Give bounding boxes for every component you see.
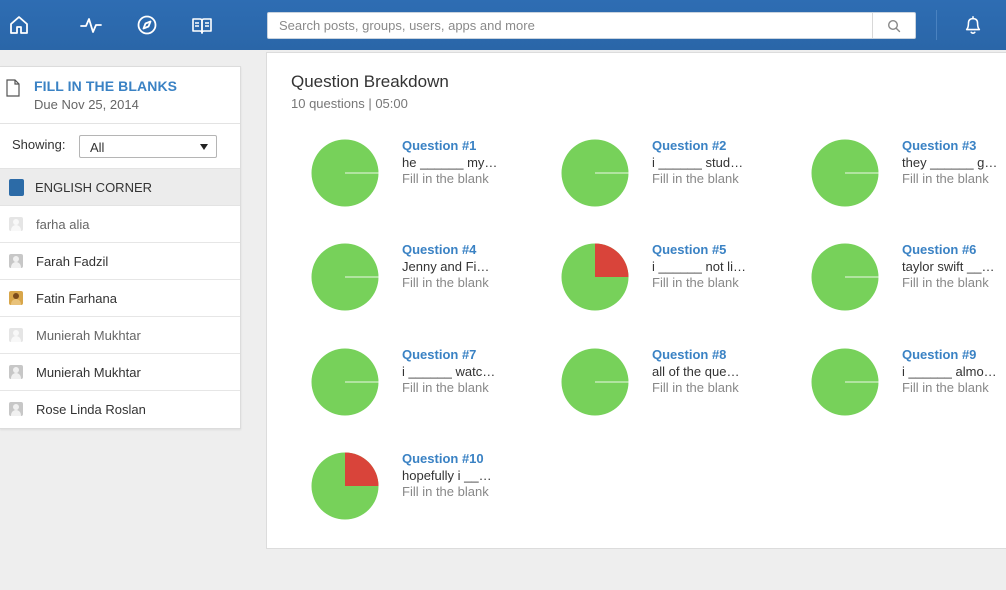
pie-slice-incorrect (595, 243, 629, 277)
chevron-down-icon (200, 144, 208, 150)
question-type: Fill in the blank (402, 275, 489, 290)
student-row[interactable]: Farah Fadzil (0, 243, 240, 280)
question-title[interactable]: Question #3 (902, 138, 976, 153)
question-type: Fill in the blank (902, 380, 989, 395)
search-input[interactable] (268, 13, 873, 38)
question-text: all of the que… (652, 364, 740, 379)
avatar (9, 254, 23, 268)
question-card[interactable]: Question #1 he ______ my… Fill in the bl… (310, 138, 550, 218)
question-card[interactable]: Question #9 i ______ almo… Fill in the b… (810, 347, 1006, 427)
search-bar (267, 12, 916, 39)
question-text: i ______ almo… (902, 364, 997, 379)
question-text: i ______ not li… (652, 259, 746, 274)
question-title[interactable]: Question #2 (652, 138, 726, 153)
question-type: Fill in the blank (402, 380, 489, 395)
compass-icon[interactable] (136, 14, 158, 36)
question-card[interactable]: Question #2 i ______ stud… Fill in the b… (560, 138, 800, 218)
student-row[interactable]: Fatin Farhana (0, 280, 240, 317)
book-icon[interactable] (191, 14, 213, 36)
question-pie-chart (311, 139, 379, 207)
question-text: hopefully i __… (402, 468, 492, 483)
avatar (9, 291, 23, 305)
question-pie-chart (561, 139, 629, 207)
student-row[interactable]: Munierah Mukhtar (0, 354, 240, 391)
question-card[interactable]: Question #4 Jenny and Fi… Fill in the bl… (310, 242, 550, 322)
question-card[interactable]: Question #5 i ______ not li… Fill in the… (560, 242, 800, 322)
question-title[interactable]: Question #7 (402, 347, 476, 362)
activity-icon[interactable] (80, 14, 102, 36)
question-type: Fill in the blank (402, 484, 489, 499)
home-icon[interactable] (8, 14, 30, 36)
avatar (9, 328, 23, 342)
question-card[interactable]: Question #3 they ______ g… Fill in the b… (810, 138, 1006, 218)
question-pie-chart (811, 139, 879, 207)
student-row[interactable]: Munierah Mukhtar (0, 317, 240, 354)
notifications-bell-icon[interactable] (962, 13, 984, 37)
document-icon (6, 79, 20, 97)
avatar (9, 402, 23, 416)
showing-label: Showing: (12, 137, 66, 152)
assignment-due-date: Due Nov 25, 2014 (34, 97, 139, 112)
question-title[interactable]: Question #4 (402, 242, 476, 257)
question-title[interactable]: Question #10 (402, 451, 484, 466)
student-name: Munierah Mukhtar (36, 328, 141, 343)
question-breakdown-panel: Question Breakdown 10 questions | 05:00 … (266, 52, 1006, 549)
question-title[interactable]: Question #8 (652, 347, 726, 362)
question-title[interactable]: Question #9 (902, 347, 976, 362)
question-type: Fill in the blank (402, 171, 489, 186)
search-icon (887, 19, 901, 32)
showing-select[interactable]: All (79, 135, 217, 158)
question-pie-chart (561, 348, 629, 416)
question-text: they ______ g… (902, 155, 998, 170)
question-type: Fill in the blank (902, 171, 989, 186)
group-row[interactable]: ENGLISH CORNER (0, 169, 240, 206)
question-type: Fill in the blank (652, 380, 739, 395)
question-card[interactable]: Question #8 all of the que… Fill in the … (560, 347, 800, 427)
question-title[interactable]: Question #1 (402, 138, 476, 153)
question-text: i ______ watc… (402, 364, 496, 379)
showing-selected-value: All (90, 140, 105, 155)
question-type: Fill in the blank (652, 275, 739, 290)
question-title[interactable]: Question #5 (652, 242, 726, 257)
questions-summary: 10 questions | 05:00 (291, 96, 408, 111)
student-name: Fatin Farhana (36, 291, 117, 306)
question-text: taylor swift __… (902, 259, 995, 274)
top-navigation-bar (0, 0, 1006, 50)
question-type: Fill in the blank (652, 171, 739, 186)
assignment-header[interactable]: FILL IN THE BLANKS Due Nov 25, 2014 (0, 67, 240, 124)
avatar (9, 365, 23, 379)
question-text: he ______ my… (402, 155, 498, 170)
group-name: ENGLISH CORNER (35, 180, 153, 195)
question-pie-chart (311, 348, 379, 416)
question-text: Jenny and Fi… (402, 259, 490, 274)
showing-filter-row: Showing: All (0, 124, 240, 169)
student-name: Farah Fadzil (36, 254, 109, 269)
question-text: i ______ stud… (652, 155, 744, 170)
group-color-icon (9, 179, 24, 196)
student-row[interactable]: Rose Linda Roslan (0, 391, 240, 428)
question-card[interactable]: Question #7 i ______ watc… Fill in the b… (310, 347, 550, 427)
student-name: Munierah Mukhtar (36, 365, 141, 380)
question-title[interactable]: Question #6 (902, 242, 976, 257)
student-name: farha alia (36, 217, 90, 232)
page-title: Question Breakdown (291, 72, 449, 91)
assignment-sidebar: FILL IN THE BLANKS Due Nov 25, 2014 Show… (0, 66, 241, 429)
topbar-divider (936, 10, 937, 40)
question-card[interactable]: Question #6 taylor swift __… Fill in the… (810, 242, 1006, 322)
question-pie-chart (311, 452, 379, 520)
avatar (9, 217, 23, 231)
question-pie-chart (311, 243, 379, 311)
student-name: Rose Linda Roslan (36, 402, 146, 417)
question-card[interactable]: Question #10 hopefully i __… Fill in the… (310, 451, 550, 531)
question-pie-chart (811, 348, 879, 416)
search-button[interactable] (872, 13, 915, 38)
assignment-title[interactable]: FILL IN THE BLANKS (34, 78, 177, 94)
question-type: Fill in the blank (902, 275, 989, 290)
student-row[interactable]: farha alia (0, 206, 240, 243)
question-pie-chart (811, 243, 879, 311)
question-pie-chart (561, 243, 629, 311)
pie-slice-incorrect (345, 452, 379, 486)
